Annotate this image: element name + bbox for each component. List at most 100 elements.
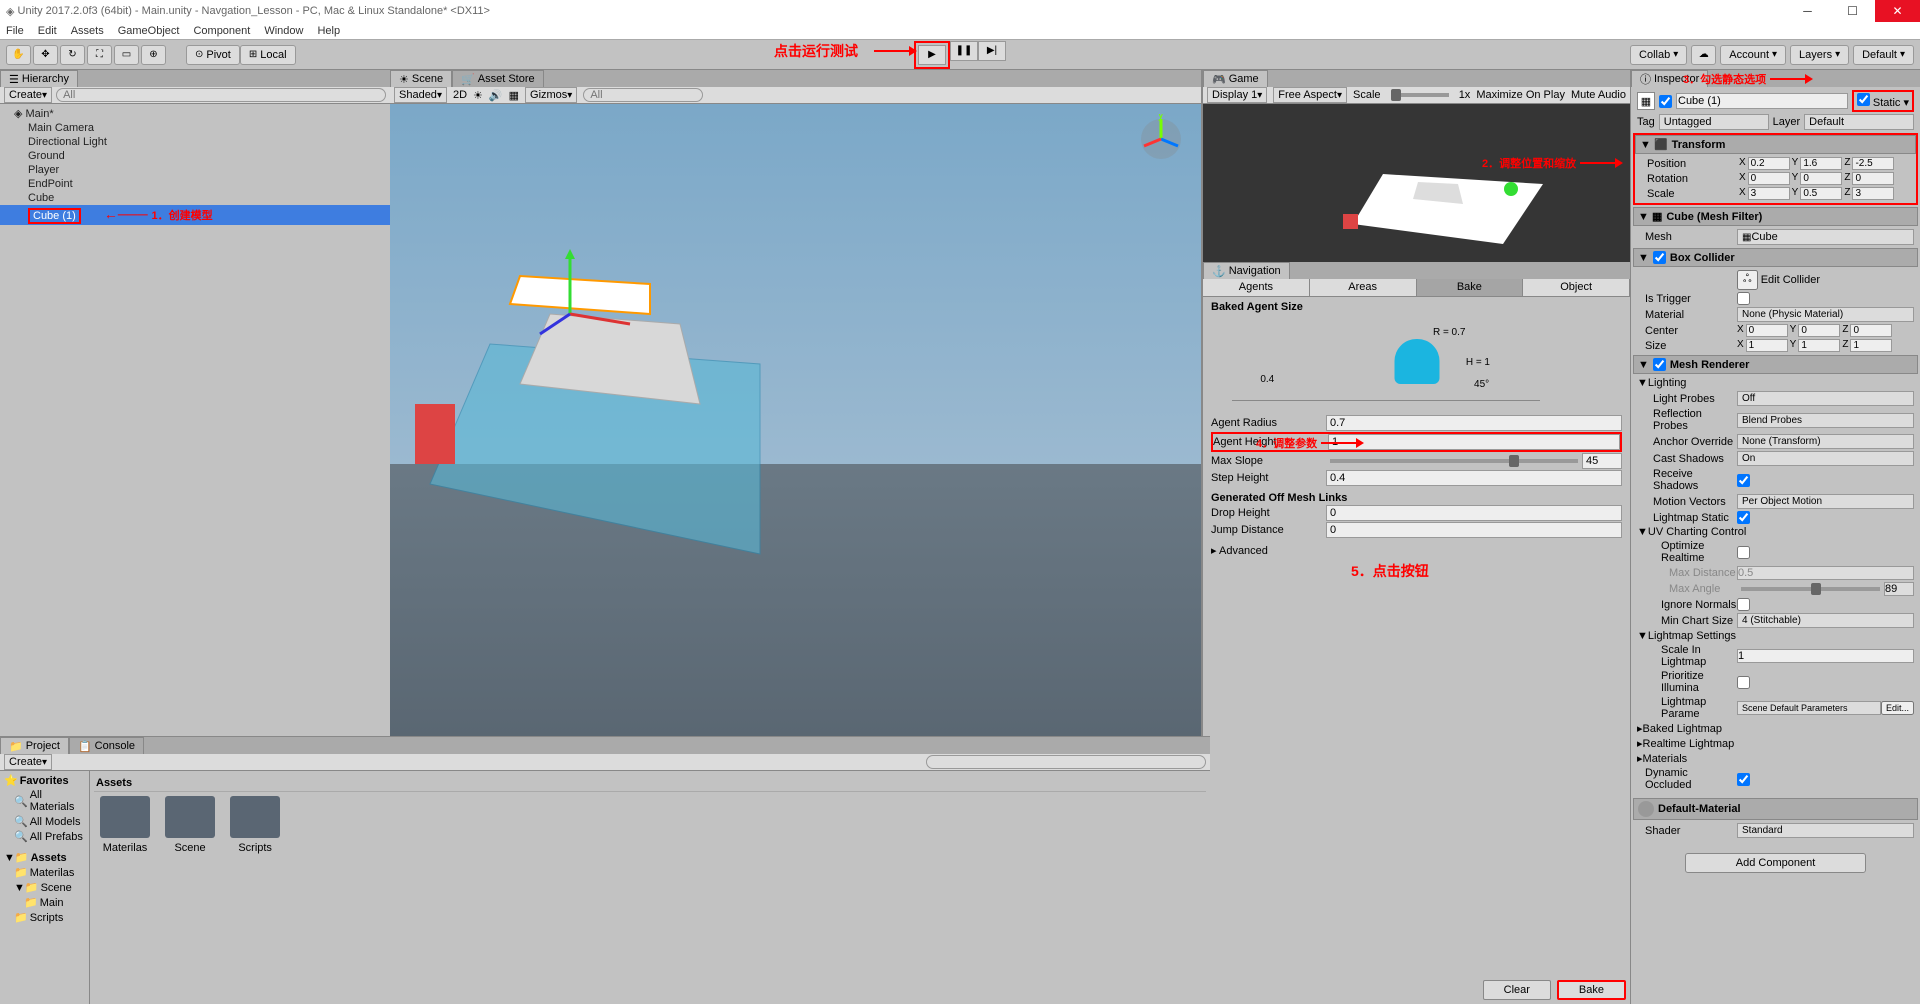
meshfilter-header[interactable]: ▼ ▦ Cube (Mesh Filter) — [1633, 207, 1918, 226]
agent-radius-input[interactable] — [1326, 415, 1622, 431]
maxangle-slider[interactable] — [1741, 587, 1880, 591]
fav-models[interactable]: 🔍 All Models — [2, 814, 87, 829]
dynocc-checkbox[interactable] — [1737, 773, 1750, 786]
scene-audio-toggle[interactable]: 🔊 — [489, 89, 503, 102]
boxcollider-header[interactable]: ▼ Box Collider — [1633, 248, 1918, 267]
menu-assets[interactable]: Assets — [69, 25, 106, 37]
menu-component[interactable]: Component — [191, 25, 252, 37]
advanced-foldout[interactable]: ▸ Advanced — [1211, 544, 1622, 557]
project-create[interactable]: Create ▾ — [4, 754, 52, 770]
collab-dropdown[interactable]: Collab ▾ — [1630, 45, 1687, 65]
motionvec-dropdown[interactable]: Per Object Motion — [1737, 494, 1914, 509]
pos-y[interactable] — [1800, 157, 1842, 170]
project-search[interactable] — [926, 755, 1206, 769]
assets-header[interactable]: ▼📁 Assets — [2, 850, 87, 865]
agent-height-input[interactable] — [1328, 434, 1620, 450]
menu-file[interactable]: File — [4, 25, 26, 37]
hierarchy-item[interactable]: Main Camera — [0, 121, 390, 135]
max-slope-input[interactable] — [1582, 453, 1622, 469]
lighting-foldout[interactable]: ▼ Lighting — [1637, 376, 1914, 390]
layout-dropdown[interactable]: Default ▾ — [1853, 45, 1914, 65]
game-scale-slider[interactable] — [1391, 93, 1449, 97]
lmsettings-foldout[interactable]: ▼ Lightmap Settings — [1637, 629, 1914, 643]
castshadows-dropdown[interactable]: On — [1737, 451, 1914, 466]
minimize-button[interactable]: ─ — [1785, 0, 1830, 22]
pause-button[interactable]: ❚❚ — [950, 41, 978, 61]
center-z[interactable] — [1850, 324, 1892, 337]
hierarchy-item[interactable]: Player — [0, 163, 390, 177]
edit-collider-button[interactable]: ஃ — [1737, 270, 1758, 290]
materials-foldout[interactable]: ▸ Materials — [1637, 751, 1914, 766]
scene-tab[interactable]: ☀ Scene — [390, 70, 452, 87]
drop-height-input[interactable] — [1326, 505, 1622, 521]
scl-y[interactable] — [1800, 187, 1842, 200]
rot-y[interactable] — [1800, 172, 1842, 185]
console-tab[interactable]: 📋 Console — [69, 737, 144, 754]
menu-gameobject[interactable]: GameObject — [116, 25, 182, 37]
pivot-toggle[interactable]: ⊙ Pivot — [186, 45, 240, 65]
hierarchy-search[interactable] — [56, 88, 386, 102]
max-slope-slider[interactable] — [1330, 459, 1578, 463]
layer-dropdown[interactable]: Default — [1804, 114, 1914, 130]
scl-x[interactable] — [1748, 187, 1790, 200]
fav-materials[interactable]: 🔍 All Materials — [2, 788, 87, 814]
tree-materilas[interactable]: 📁 Materilas — [2, 865, 87, 880]
bakedlm-foldout[interactable]: ▸ Baked Lightmap — [1637, 721, 1914, 736]
mesh-field[interactable]: ▦ Cube — [1737, 229, 1914, 245]
lightprobes-dropdown[interactable]: Off — [1737, 391, 1914, 406]
hierarchy-item-selected[interactable]: Cube (1) ←─── 1．创建模型 — [0, 205, 390, 225]
meshrenderer-enabled[interactable] — [1653, 358, 1666, 371]
navigation-tab[interactable]: ⚓ Navigation — [1203, 262, 1290, 279]
scene-2d-toggle[interactable]: 2D — [453, 89, 467, 101]
hierarchy-tab[interactable]: ☰ Hierarchy — [0, 70, 78, 88]
layers-dropdown[interactable]: Layers ▾ — [1790, 45, 1849, 65]
nav-agents-tab[interactable]: Agents — [1203, 279, 1310, 296]
realtimelm-foldout[interactable]: ▸ Realtime Lightmap — [1637, 736, 1914, 751]
step-button[interactable]: ▶| — [978, 41, 1006, 61]
project-tab[interactable]: 📁 Project — [0, 737, 69, 754]
maxangle-input[interactable] — [1884, 582, 1914, 596]
hierarchy-create[interactable]: Create ▾ — [4, 87, 52, 103]
tree-scene[interactable]: ▼📁 Scene — [2, 880, 87, 895]
pos-z[interactable] — [1852, 157, 1894, 170]
gameobject-active[interactable] — [1659, 95, 1672, 108]
static-checkbox[interactable] — [1857, 93, 1870, 106]
material-header[interactable]: Default-Material — [1633, 798, 1918, 820]
cloud-button[interactable]: ☁ — [1691, 45, 1716, 65]
nav-object-tab[interactable]: Object — [1523, 279, 1630, 296]
step-height-input[interactable] — [1326, 470, 1622, 486]
center-y[interactable] — [1798, 324, 1840, 337]
center-x[interactable] — [1746, 324, 1788, 337]
close-button[interactable]: ✕ — [1875, 0, 1920, 22]
shader-dropdown[interactable]: Standard — [1737, 823, 1914, 838]
fav-prefabs[interactable]: 🔍 All Prefabs — [2, 829, 87, 844]
gameobject-name[interactable] — [1676, 93, 1848, 109]
priorillum-checkbox[interactable] — [1737, 676, 1750, 689]
game-display[interactable]: Display 1 ▾ — [1207, 87, 1267, 103]
ignorenorm-checkbox[interactable] — [1737, 598, 1750, 611]
scene-gizmos[interactable]: Gizmos ▾ — [525, 87, 577, 103]
add-component-button[interactable]: Add Component — [1685, 853, 1867, 873]
jump-distance-input[interactable] — [1326, 522, 1622, 538]
game-tab[interactable]: 🎮 Game — [1203, 70, 1268, 87]
tree-main[interactable]: 📁 Main — [2, 895, 87, 910]
maximize-button[interactable]: ☐ — [1830, 0, 1875, 22]
scene-fx-toggle[interactable]: ▦ — [509, 89, 519, 102]
tag-dropdown[interactable]: Untagged — [1659, 114, 1769, 130]
hierarchy-item[interactable]: Cube — [0, 191, 390, 205]
breadcrumb[interactable]: Assets — [94, 775, 1206, 792]
rect-tool[interactable]: ▭ — [114, 45, 139, 65]
size-x[interactable] — [1746, 339, 1788, 352]
folder-materilas[interactable]: Materilas — [100, 796, 150, 854]
minchart-dropdown[interactable]: 4 (Stitchable) — [1737, 613, 1914, 628]
move-tool[interactable]: ✥ — [33, 45, 58, 65]
nav-bake-tab[interactable]: Bake — [1417, 279, 1524, 296]
lmstatic-checkbox[interactable] — [1737, 511, 1750, 524]
game-aspect[interactable]: Free Aspect ▾ — [1273, 87, 1347, 103]
physmat-field[interactable]: None (Physic Material) — [1737, 307, 1914, 322]
scene-light-toggle[interactable]: ☀ — [473, 89, 483, 102]
hand-tool[interactable]: ✋ — [6, 45, 31, 65]
inspector-tab[interactable]: ⓘ Inspector — [1631, 70, 1708, 87]
hierarchy-scene[interactable]: ◈ Main* — [0, 106, 390, 121]
hierarchy-item[interactable]: Directional Light — [0, 135, 390, 149]
